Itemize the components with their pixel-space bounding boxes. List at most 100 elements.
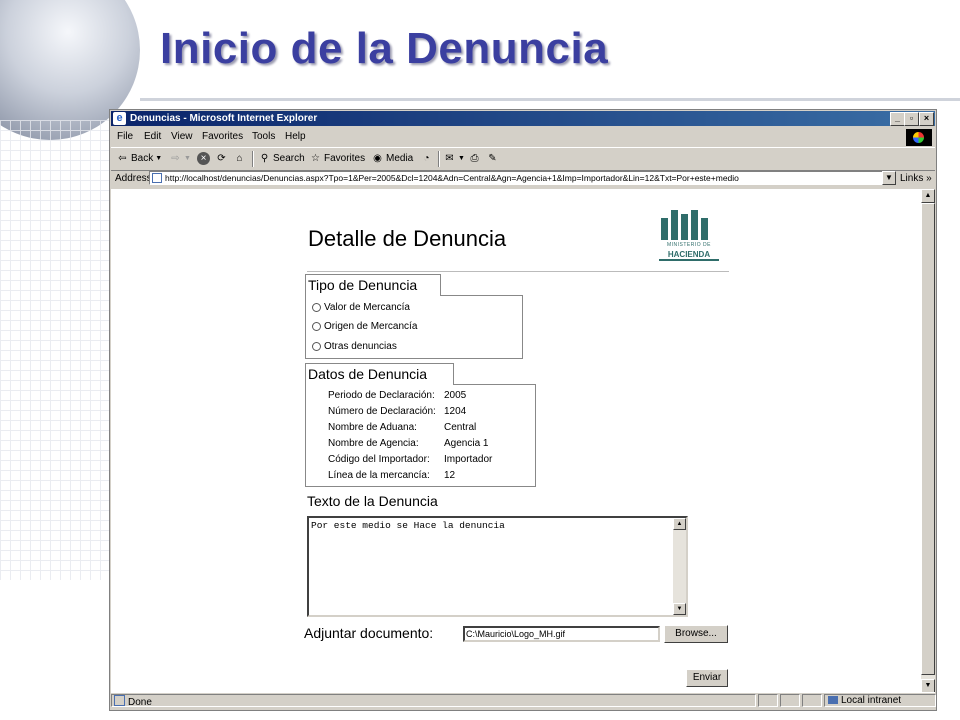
hacienda-logo: MINISTERIO DE HACIENDA — [659, 206, 719, 264]
links-button[interactable]: Links » — [900, 173, 932, 184]
address-dropdown-button[interactable]: ▼ — [882, 171, 896, 185]
status-zone: Local intranet — [824, 694, 936, 707]
datos-label-importador: Código del Importador: — [328, 454, 430, 465]
status-main: Done — [111, 694, 756, 708]
window-title: Denuncias - Microsoft Internet Explorer — [130, 113, 318, 124]
textarea-scrollbar[interactable]: ▲ ▼ — [673, 518, 686, 615]
minimize-button[interactable]: _ — [890, 112, 905, 126]
edit-icon: ✎ — [488, 153, 497, 164]
datos-value-linea: 12 — [444, 470, 456, 481]
radio-label: Origen de Mercancía — [324, 321, 418, 332]
datos-value-periodo: 2005 — [444, 390, 467, 401]
menu-tools[interactable]: Tools — [252, 131, 275, 142]
address-input[interactable]: http://localhost/denuncias/Denuncias.asp… — [149, 171, 896, 185]
menu-view[interactable]: View — [171, 131, 193, 142]
ie-icon: e — [113, 112, 126, 125]
stop-button[interactable]: × — [197, 152, 210, 165]
home-icon: ⌂ — [236, 153, 243, 164]
back-label: Back — [131, 153, 154, 164]
scroll-down-icon[interactable]: ▼ — [921, 679, 935, 693]
page-heading: Detalle de Denuncia — [308, 226, 507, 251]
chevron-right-icon: » — [926, 173, 932, 184]
close-button[interactable]: × — [919, 112, 934, 126]
slide-title: Inicio de la Denuncia — [160, 24, 609, 73]
page-icon — [114, 695, 125, 706]
menu-edit[interactable]: Edit — [144, 131, 161, 142]
tipo-legend: Tipo de Denuncia — [305, 274, 441, 296]
dropdown-arrow-icon: ▼ — [184, 155, 191, 162]
links-label: Links — [900, 173, 924, 184]
texto-label: Texto de la Denuncia — [307, 493, 438, 509]
radio-button[interactable] — [312, 303, 321, 312]
status-cell — [802, 694, 822, 707]
status-zone-text: Local intranet — [841, 695, 902, 706]
edit-button[interactable]: ✎ — [486, 152, 499, 165]
windows-logo-icon — [906, 129, 932, 146]
page-content: Detalle de Denuncia MINISTERIO DE HACIEN… — [111, 189, 922, 693]
datos-legend: Datos de Denuncia — [305, 363, 454, 385]
mail-button[interactable]: ✉ ▼ — [443, 152, 465, 165]
favorites-button[interactable]: ☆ Favorites — [309, 152, 365, 165]
scroll-up-icon[interactable]: ▲ — [921, 189, 935, 203]
forward-button[interactable]: ⇨ ▼ — [169, 152, 191, 165]
datos-label-periodo: Periodo de Declaración: — [328, 390, 435, 401]
home-button[interactable]: ⌂ — [233, 152, 246, 165]
media-button[interactable]: ◉ Media — [371, 152, 413, 165]
menu-file[interactable]: File — [117, 131, 133, 142]
title-underline — [140, 98, 960, 101]
datos-value-importador: Importador — [444, 454, 493, 465]
menu-help[interactable]: Help — [285, 131, 306, 142]
maximize-button[interactable]: ▫ — [904, 112, 919, 126]
scroll-up-icon[interactable]: ▲ — [673, 518, 686, 530]
dropdown-arrow-icon: ▼ — [155, 155, 163, 162]
datos-label-linea: Línea de la mercancía: — [328, 470, 430, 481]
toolbar: ⇦ Back ▼ ⇨ ▼ × ⟳ ⌂ ⚲ Search ☆ Favorites … — [111, 147, 935, 171]
texto-textarea[interactable]: Por este medio se Hace la denuncia ▲ ▼ — [307, 516, 688, 617]
browser-window: e Denuncias - Microsoft Internet Explore… — [109, 109, 937, 711]
menu-bar: File Edit View Favorites Tools Help — [111, 127, 935, 145]
scroll-down-icon[interactable]: ▼ — [673, 603, 686, 615]
page-scrollbar[interactable]: ▲ ▼ — [921, 189, 935, 693]
scroll-thumb[interactable] — [921, 203, 935, 675]
media-icon: ◉ — [373, 153, 382, 164]
enviar-button[interactable]: Enviar — [686, 669, 728, 687]
logo-big-text: HACIENDA — [659, 250, 719, 261]
history-button[interactable]: ◔ — [420, 152, 433, 165]
title-bar[interactable]: e Denuncias - Microsoft Internet Explore… — [111, 111, 935, 126]
search-button[interactable]: ⚲ Search — [258, 152, 305, 165]
radio-button[interactable] — [312, 342, 321, 351]
dropdown-arrow-icon: ▼ — [458, 155, 465, 162]
radio-button[interactable] — [312, 322, 321, 331]
intranet-icon — [828, 696, 838, 704]
favorites-label: Favorites — [324, 153, 366, 164]
status-bar: Done Local intranet — [111, 692, 936, 709]
page-icon — [152, 173, 162, 183]
media-label: Media — [386, 153, 414, 164]
file-path-input[interactable]: C:\Mauricio\Logo_MH.gif — [463, 626, 660, 642]
radio-label: Valor de Mercancía — [324, 302, 410, 313]
heading-divider — [307, 271, 729, 272]
status-text: Done — [128, 697, 152, 708]
texto-value: Por este medio se Hace la denuncia — [311, 520, 505, 531]
address-label: Address — [115, 173, 152, 184]
adjuntar-label: Adjuntar documento: — [304, 625, 434, 641]
refresh-icon: ⟳ — [217, 153, 226, 164]
browse-button[interactable]: Browse... — [664, 625, 728, 643]
logo-mark-icon — [661, 210, 717, 240]
radio-origen[interactable]: Origen de Mercancía — [312, 321, 417, 332]
print-icon: ⎙ — [470, 153, 479, 164]
search-icon: ⚲ — [260, 153, 269, 164]
radio-otras[interactable]: Otras denuncias — [312, 341, 397, 352]
refresh-button[interactable]: ⟳ — [215, 152, 228, 165]
print-button[interactable]: ⎙ — [468, 152, 481, 165]
back-button[interactable]: ⇦ Back ▼ — [116, 152, 162, 165]
menu-favorites[interactable]: Favorites — [202, 131, 243, 142]
datos-fieldset: Periodo de Declaración: 2005 Número de D… — [305, 384, 536, 487]
toolbar-separator — [252, 151, 254, 167]
history-icon: ◔ — [423, 153, 430, 164]
datos-label-numero: Número de Declaración: — [328, 406, 436, 417]
forward-arrow-icon: ⇨ — [171, 153, 180, 164]
logo-small-text: MINISTERIO DE — [666, 242, 711, 248]
radio-valor[interactable]: Valor de Mercancía — [312, 302, 410, 313]
address-url: http://localhost/denuncias/Denuncias.asp… — [165, 173, 739, 183]
